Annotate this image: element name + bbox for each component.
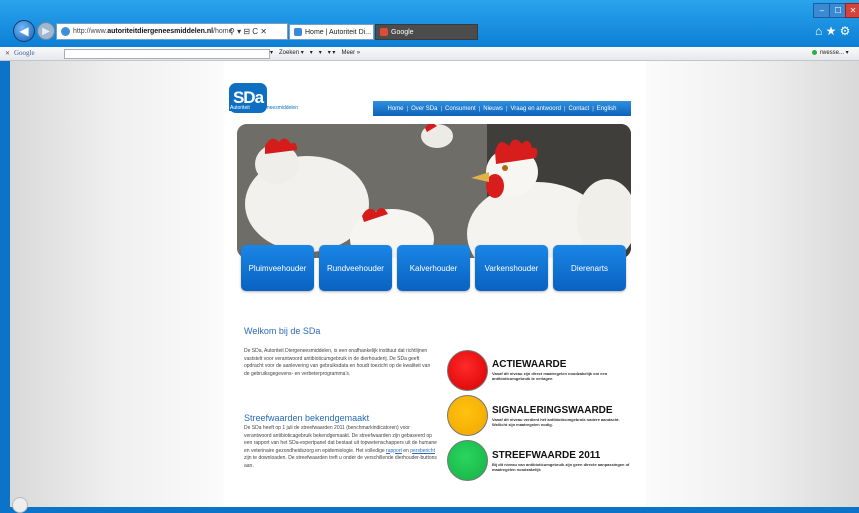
rundveehouder-button[interactable]: Rundveehouder bbox=[319, 245, 392, 291]
toolbar-translate-button[interactable]: ▾ ▾ bbox=[328, 49, 336, 56]
logo-sub-highlight: Autoriteit bbox=[229, 105, 251, 111]
toolbar-items: ▾ Zoeken ▾ ▾ ▾ ▾ ▾ Meer » bbox=[270, 49, 360, 57]
category-buttons: Pluimveehouder Rundveehouder Kalverhoude… bbox=[241, 245, 626, 291]
actiewaarde-desc: Vanaf dit niveau zijn direct maatregelen… bbox=[492, 371, 608, 381]
nav-separator: | bbox=[592, 105, 594, 112]
kalverhouder-button[interactable]: Kalverhouder bbox=[397, 245, 470, 291]
tab-google[interactable]: Google bbox=[375, 24, 478, 40]
home-favorites-tools-icons[interactable]: ⌂ ★ ⚙ bbox=[815, 24, 850, 38]
nav-contact[interactable]: Contact bbox=[569, 106, 590, 112]
signaleringswaarde-title: SIGNALERINGSWAARDE bbox=[492, 405, 613, 416]
nav-consument[interactable]: Consument bbox=[445, 106, 476, 112]
streefwaarde-desc: Bij dit niveau van antibioticumgebruik z… bbox=[492, 462, 630, 472]
logo-subtitle: Autoriteit Diergeneesmiddelen bbox=[229, 105, 298, 111]
arrow-left-icon: ◀ bbox=[19, 24, 29, 38]
nav-nieuws[interactable]: Nieuws bbox=[483, 106, 503, 112]
forward-button[interactable]: ▶ bbox=[37, 22, 55, 40]
nav-separator: | bbox=[406, 105, 409, 112]
meer-button[interactable]: Meer » bbox=[341, 50, 360, 56]
streef-text-part: zijn te downloaden. De streefwaarden tre… bbox=[244, 455, 437, 469]
ie-favicon-icon bbox=[61, 27, 70, 36]
streef-text-part: en bbox=[401, 447, 411, 454]
rapport-link[interactable]: rapport bbox=[386, 448, 402, 454]
main-nav: Home | Over SDa | Consument | Nieuws | Vraag… bbox=[373, 101, 631, 116]
google-search-input[interactable] bbox=[64, 49, 270, 59]
site-page: SDa Autoriteit Diergeneesmiddelen Home | … bbox=[224, 61, 646, 507]
tab-label: Google bbox=[391, 28, 414, 36]
url-host: autoriteitdiergeneesmiddelen.nl bbox=[107, 28, 214, 35]
google-favicon-icon bbox=[380, 28, 388, 36]
nav-separator: | bbox=[563, 105, 566, 112]
dierenarts-button[interactable]: Dierenarts bbox=[553, 245, 626, 291]
tab-favicon-icon bbox=[294, 28, 302, 36]
signaleringswaarde-desc: Vanaf dit niveau verdient het antibiotic… bbox=[492, 417, 620, 427]
zoeken-button[interactable]: Zoeken ▾ bbox=[279, 49, 304, 56]
address-tools[interactable]: ⚲ ▾ ⊟ C ✕ bbox=[229, 23, 267, 40]
close-window-button[interactable]: ✕ bbox=[845, 3, 859, 18]
loading-indicator-icon bbox=[12, 497, 28, 513]
nav-separator: | bbox=[505, 105, 508, 112]
toolbar-share-button[interactable]: ▾ bbox=[310, 49, 313, 56]
tab-label: Home | Autoriteit Di... ✕ bbox=[305, 29, 374, 36]
yellow-light-icon bbox=[447, 395, 488, 436]
nav-english[interactable]: English bbox=[597, 106, 617, 112]
welkom-heading: Welkom bij de SDa bbox=[244, 326, 321, 336]
tab-home-autoriteit[interactable]: Home | Autoriteit Di... ✕ bbox=[289, 24, 374, 40]
actiewaarde-title: ACTIEWAARDE bbox=[492, 359, 567, 370]
welkom-text: De SDa, Autoriteit Diergeneesmiddelen, i… bbox=[244, 348, 431, 377]
nav-over-sda[interactable]: Over SDa bbox=[411, 106, 437, 112]
toolbar-account[interactable]: rwesse... ▾ bbox=[812, 49, 849, 56]
streefwaarden-text: De SDa heeft op 1 juli de streefwaarden … bbox=[244, 425, 437, 470]
hero-chicken-image bbox=[237, 124, 631, 258]
streefwaarde-title: STREEFWAARDE 2011 bbox=[492, 450, 601, 461]
close-toolbar-icon[interactable]: ✕ bbox=[5, 50, 10, 57]
persbericht-link[interactable]: persbericht bbox=[410, 448, 435, 454]
google-toolbar: ✕ Google ▾ Zoeken ▾ ▾ ▾ ▾ ▾ Meer » rwess… bbox=[0, 47, 859, 61]
toolbar-bookmark-button[interactable]: ▾ bbox=[319, 49, 322, 56]
url-prefix: http://www. bbox=[73, 28, 108, 35]
google-logo: Google bbox=[14, 49, 35, 57]
online-status-icon bbox=[812, 50, 817, 55]
toolbar-dropdown[interactable]: ▾ bbox=[270, 49, 273, 56]
varkenshouder-button[interactable]: Varkenshouder bbox=[475, 245, 548, 291]
logo-sub-rest: Diergeneesmiddelen bbox=[250, 105, 298, 111]
page-viewport: SDa Autoriteit Diergeneesmiddelen Home | … bbox=[10, 61, 859, 507]
red-light-icon bbox=[447, 350, 488, 391]
arrow-right-icon: ▶ bbox=[42, 25, 50, 37]
streefwaarden-heading[interactable]: Streefwaarden bekendgemaakt bbox=[244, 413, 369, 423]
nav-home[interactable]: Home bbox=[388, 106, 404, 112]
nav-vraag-en-antwoord[interactable]: Vraag en antwoord bbox=[511, 106, 561, 112]
nav-separator: | bbox=[478, 105, 481, 112]
pluimveehouder-button[interactable]: Pluimveehouder bbox=[241, 245, 314, 291]
green-light-icon bbox=[447, 440, 488, 481]
account-name: rwesse... ▾ bbox=[820, 50, 849, 56]
back-button[interactable]: ◀ bbox=[13, 20, 35, 42]
nav-separator: | bbox=[440, 105, 442, 112]
